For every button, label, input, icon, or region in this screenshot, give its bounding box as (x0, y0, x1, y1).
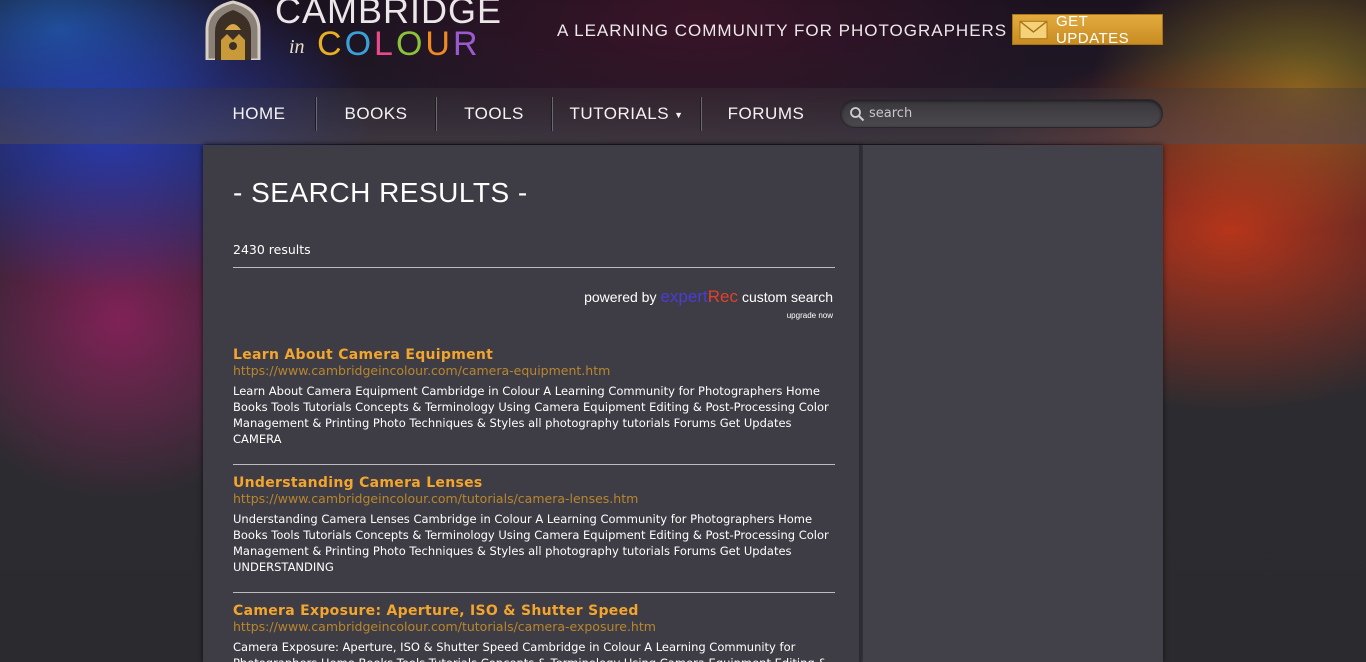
nav-items: HOME BOOKS TOOLS TUTORIALS ▼ FORUMS (203, 88, 830, 140)
expertrec-logo[interactable]: expertRec (660, 287, 737, 307)
nav-home-label: HOME (232, 104, 286, 123)
search-result: Camera Exposure: Aperture, ISO & Shutter… (233, 603, 837, 662)
powered-suffix: custom search (741, 289, 833, 305)
nav-books-label: BOOKS (344, 104, 408, 123)
result-snippet: Understanding Camera Lenses Cambridge in… (233, 512, 829, 574)
logo-colour-letter: C (317, 25, 345, 63)
search-result: Learn About Camera Equipment https://www… (233, 347, 837, 447)
logo-colour-letter: R (452, 25, 481, 63)
result-url-link[interactable]: https://www.cambridgeincolour.com/tutori… (233, 491, 837, 506)
nav-home[interactable]: HOME (203, 88, 315, 140)
result-title-link[interactable]: Understanding Camera Lenses (233, 475, 837, 491)
main-column: - SEARCH RESULTS - 2430 results powered … (203, 145, 861, 662)
main-nav: HOME BOOKS TOOLS TUTORIALS ▼ FORUMS (0, 88, 1366, 144)
divider (233, 267, 835, 268)
content-panel: - SEARCH RESULTS - 2430 results powered … (203, 145, 1163, 662)
logo-colour-letter: U (425, 25, 453, 63)
result-title-link[interactable]: Learn About Camera Equipment (233, 347, 837, 363)
magnifier-icon (850, 106, 865, 121)
upgrade-link[interactable]: upgrade now (787, 311, 833, 320)
gothic-window-logo-icon (205, 0, 261, 60)
search-input[interactable] (869, 106, 1149, 121)
site-tagline: A LEARNING COMMUNITY FOR PHOTOGRAPHERS (557, 21, 1008, 40)
divider (233, 464, 835, 465)
search-result: Understanding Camera Lenses https://www.… (233, 475, 837, 575)
logo-in-text: in (289, 36, 305, 58)
envelope-icon (1019, 20, 1048, 39)
logo-colour-text: COLOUR (317, 25, 481, 64)
search-box[interactable] (840, 99, 1163, 128)
result-url-link[interactable]: https://www.cambridgeincolour.com/tutori… (233, 619, 837, 634)
powered-by: powered by expertRec custom search (584, 287, 833, 307)
chevron-down-icon: ▼ (674, 110, 684, 120)
page-title: - SEARCH RESULTS - (233, 177, 528, 208)
logo-colour-letter: O (395, 25, 426, 63)
result-count: 2430 results (233, 242, 311, 257)
powered-prefix: powered by (584, 289, 657, 305)
nav-forums-label: FORUMS (727, 104, 805, 123)
nav-forums[interactable]: FORUMS (702, 88, 830, 140)
get-updates-label: GET UPDATES (1055, 12, 1130, 47)
result-title-link[interactable]: Camera Exposure: Aperture, ISO & Shutter… (233, 603, 837, 619)
result-snippet: Learn About Camera Equipment Cambridge i… (233, 384, 829, 446)
nav-tools-label: TOOLS (464, 104, 524, 123)
nav-tutorials[interactable]: TUTORIALS ▼ (553, 88, 700, 140)
nav-tools[interactable]: TOOLS (437, 88, 551, 140)
brand-part-b: Rec (707, 287, 738, 306)
result-url-link[interactable]: https://www.cambridgeincolour.com/camera… (233, 363, 837, 378)
sidebar-column (863, 145, 1163, 662)
site-logo[interactable]: CAMBRIDGE in COLOUR (203, 0, 508, 64)
nav-books[interactable]: BOOKS (317, 88, 435, 140)
get-updates-button[interactable]: GET UPDATES (1012, 12, 1163, 47)
site-header: CAMBRIDGE in COLOUR A LEARNING COMMUNITY… (0, 0, 1366, 88)
divider (233, 592, 835, 593)
brand-part-a: expert (660, 287, 708, 306)
result-snippet: Camera Exposure: Aperture, ISO & Shutter… (233, 640, 827, 662)
logo-colour-letter: O (344, 25, 375, 63)
logo-colour-letter: L (374, 25, 396, 63)
nav-tutorials-label: TUTORIALS (569, 104, 670, 123)
